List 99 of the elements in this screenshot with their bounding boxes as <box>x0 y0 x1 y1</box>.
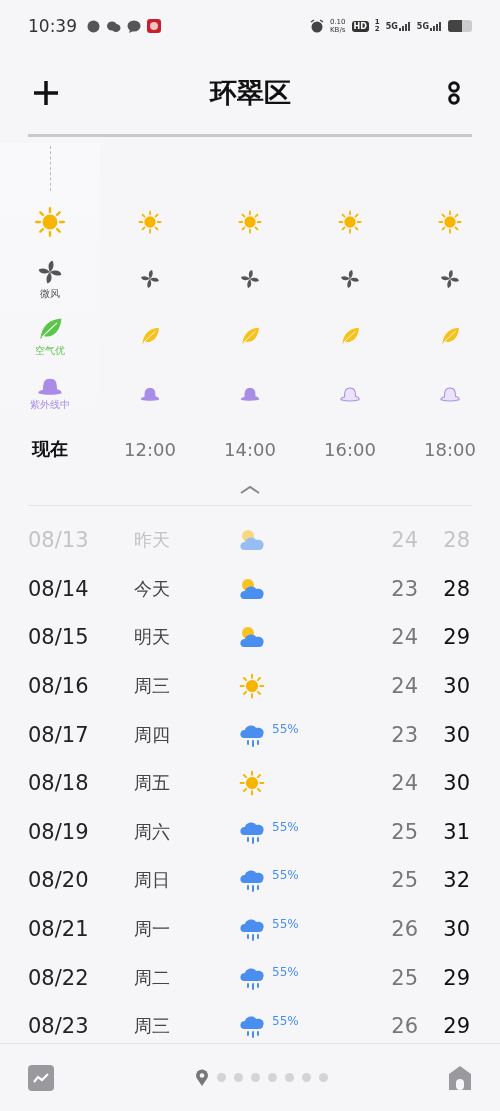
page-dot[interactable] <box>216 1073 226 1082</box>
sun-icon <box>237 209 263 235</box>
high-temperature: 30 <box>442 674 470 699</box>
signal-icon <box>398 21 411 31</box>
high-temperature: 28 <box>442 576 470 601</box>
date-label: 08/19 <box>28 819 90 844</box>
hd-badge: HD <box>351 20 369 32</box>
weekday-label: 周三 <box>134 1014 171 1039</box>
pinwheel-icon <box>339 268 361 290</box>
hour-label: 12:00 <box>124 438 176 460</box>
date-label: 08/14 <box>28 576 90 601</box>
weekday-label: 今天 <box>134 576 171 601</box>
weekday-label: 周五 <box>134 771 171 796</box>
pinwheel-icon <box>439 268 461 290</box>
location-pin-icon[interactable] <box>194 1068 209 1087</box>
date-label: 08/20 <box>28 868 90 893</box>
sun-icon <box>337 209 363 235</box>
home-icon[interactable] <box>448 1064 472 1091</box>
weekday-label: 周四 <box>134 722 171 747</box>
pinwheel-icon <box>239 268 261 290</box>
high-temperature: 30 <box>442 917 470 942</box>
network-type: 5G <box>385 22 398 31</box>
date-label: 08/16 <box>28 674 90 699</box>
high-temperature: 29 <box>442 625 470 650</box>
low-temperature: 25 <box>390 819 418 844</box>
sun-icon <box>437 209 463 235</box>
date-label: 08/21 <box>28 917 90 942</box>
precipitation-chance: 55% <box>272 1013 300 1028</box>
pinwheel-icon <box>139 268 161 290</box>
high-temperature: 29 <box>442 1014 470 1039</box>
high-temperature: 30 <box>442 771 470 796</box>
plus-icon <box>32 79 60 107</box>
weekday-label: 周一 <box>134 917 171 942</box>
hat-icon <box>239 385 261 403</box>
collapse-chevron-icon[interactable] <box>239 485 261 495</box>
sun-cloud-icon <box>238 576 266 601</box>
hour-label: 现在 <box>32 437 68 461</box>
network-type: 5G <box>416 22 429 31</box>
date-label: 08/22 <box>28 965 90 990</box>
weekday-label: 周三 <box>134 674 171 699</box>
uv-label: 紫外线中 <box>30 398 70 412</box>
hat-icon <box>339 385 361 403</box>
city-title: 环翠区 <box>209 76 291 110</box>
hour-label: 18:00 <box>424 438 476 460</box>
low-temperature: 23 <box>390 722 418 747</box>
low-temperature: 24 <box>390 674 418 699</box>
chat-icon <box>106 19 121 33</box>
date-label: 08/15 <box>28 625 90 650</box>
weekday-label: 周二 <box>134 965 171 990</box>
page-dot[interactable] <box>233 1073 243 1082</box>
weekday-label: 周日 <box>134 868 171 893</box>
trend-chart-icon[interactable] <box>28 1064 54 1091</box>
hour-label: 16:00 <box>324 438 376 460</box>
alarm-icon <box>309 19 324 33</box>
app-notification-icon <box>87 19 100 33</box>
precipitation-chance: 55% <box>272 916 300 931</box>
hour-label: 14:00 <box>224 438 276 460</box>
date-label: 08/17 <box>28 722 90 747</box>
page-dot[interactable] <box>284 1073 294 1082</box>
high-temperature: 29 <box>442 965 470 990</box>
message-icon <box>127 19 141 33</box>
air-quality-label: 空气优 <box>35 343 65 358</box>
low-temperature: 24 <box>390 771 418 796</box>
precipitation-chance: 55% <box>272 965 300 980</box>
sun-icon <box>137 209 163 235</box>
sun-cloud-icon <box>238 625 266 650</box>
app-notification-icon <box>147 19 161 33</box>
high-temperature: 31 <box>442 819 470 844</box>
signal-icon <box>430 21 442 31</box>
hat-icon <box>36 376 64 397</box>
precipitation-chance: 55% <box>272 868 300 883</box>
high-temperature: 32 <box>442 868 470 893</box>
weekday-label: 周六 <box>134 819 171 844</box>
low-temperature: 25 <box>390 965 418 990</box>
precipitation-chance: 55% <box>272 819 300 834</box>
battery-icon <box>448 20 472 32</box>
low-temperature: 26 <box>390 917 418 942</box>
clock: 10:39 <box>28 16 77 36</box>
page-dot[interactable] <box>267 1073 277 1082</box>
page-dot[interactable] <box>250 1073 260 1082</box>
sun-icon <box>33 205 67 239</box>
high-temperature: 30 <box>442 722 470 747</box>
wind-label: 微风 <box>40 286 60 301</box>
hat-icon <box>439 385 461 403</box>
precipitation-chance: 55% <box>272 722 300 737</box>
low-temperature: 24 <box>390 625 418 650</box>
low-temperature: 25 <box>390 868 418 893</box>
low-temperature: 26 <box>390 1014 418 1039</box>
sun-cloud-icon <box>238 528 266 553</box>
sun-icon <box>238 672 266 701</box>
weekday-label: 明天 <box>134 625 171 650</box>
page-dot[interactable] <box>318 1073 328 1082</box>
sun-icon <box>238 769 266 798</box>
more-icon <box>447 79 461 107</box>
hat-icon <box>139 385 161 403</box>
date-label: 08/18 <box>28 771 90 796</box>
low-temperature: 23 <box>390 576 418 601</box>
page-dot[interactable] <box>301 1073 311 1082</box>
date-label: 08/23 <box>28 1014 90 1039</box>
